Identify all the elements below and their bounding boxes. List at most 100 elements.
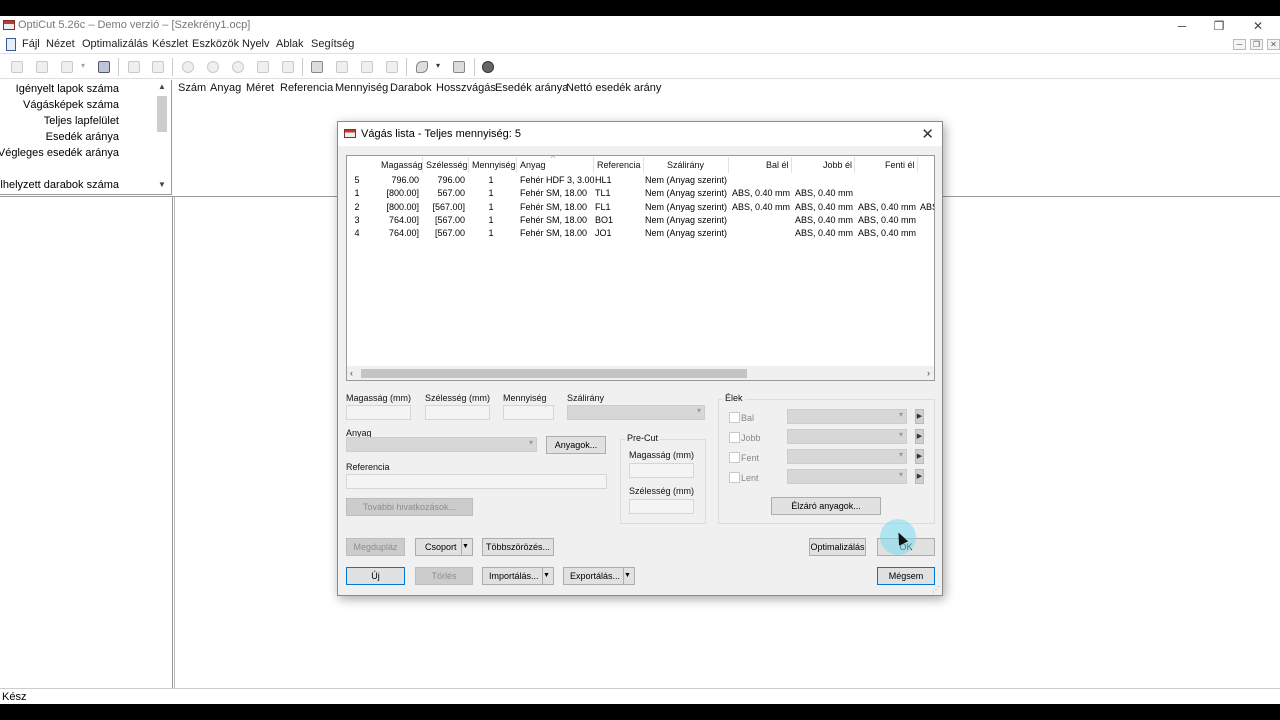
scroll-thumb[interactable] [157,96,167,132]
resize-grip-icon[interactable]: ⋰ [932,585,940,594]
grid-header[interactable]: Magasság [381,160,423,170]
cancel-button[interactable]: Mégsem [877,567,935,585]
quantity-input[interactable] [503,405,554,420]
menu-help[interactable]: Segítség [311,38,354,50]
minimize-icon[interactable]: ─ [1172,18,1192,34]
pan-hand-icon[interactable] [280,59,296,75]
edge-left-select[interactable]: ▾ [787,409,907,424]
dropdown-arrow-icon[interactable]: ▼ [542,568,553,584]
more-references-button[interactable]: További hivatkozások... [346,498,473,516]
table-row[interactable]: 3 764.00] [567.00 1 Fehér SM, 18.00 BO1 Nem (A… [347,215,934,228]
zoom-fit-icon[interactable] [255,59,271,75]
scroll-up-icon[interactable]: ▲ [158,82,166,91]
grain-select[interactable]: ▾ [567,405,705,420]
mdi-close-icon[interactable]: ✕ [1267,39,1280,50]
dropdown-arrow-icon[interactable]: ▼ [623,568,634,584]
grid-header[interactable]: Szálirány [667,160,704,170]
close-icon[interactable]: ✕ [1248,18,1268,34]
menu-optimize[interactable]: Optimalizálás [82,38,148,50]
table-row[interactable]: 4 764.00] [567.00 1 Fehér SM, 18.00 JO1 Nem (A… [347,228,934,241]
edit-list-icon[interactable] [309,59,325,75]
materials-button[interactable]: Anyagok... [546,436,606,454]
zoom-in-icon[interactable] [180,59,196,75]
column-header[interactable]: Mennyiség [335,82,388,94]
edge-materials-button[interactable]: Élzáró anyagok... [771,497,881,515]
precut-height-input[interactable] [629,463,694,478]
edge-right-checkbox[interactable] [729,432,740,443]
new-icon[interactable] [9,59,25,75]
column-header[interactable]: Nettó esedék arány [566,82,661,94]
menu-file[interactable]: Fájl [22,38,40,50]
zoom-out-icon[interactable] [205,59,221,75]
menu-tools[interactable]: Eszközök [192,38,239,50]
menu-language[interactable]: Nyelv [242,38,270,50]
optimize-icon[interactable] [414,59,430,75]
stock-icon[interactable] [334,59,350,75]
column-header[interactable]: Szám [178,82,206,94]
restore-icon[interactable]: ❐ [1209,18,1229,34]
grid-header[interactable]: Szélesség [426,160,468,170]
save-icon[interactable] [96,59,112,75]
grid-header[interactable]: Referencia [597,160,641,170]
edge-left-arrow-icon[interactable]: ▶ [915,409,924,424]
export-button[interactable]: Exportálás... ▼ [563,567,635,585]
dropdown-arrow-icon[interactable]: ▼ [461,539,472,555]
edge-right-arrow-icon[interactable]: ▶ [915,429,924,444]
column-header[interactable]: Referencia [280,82,333,94]
grid-horizontal-scrollbar[interactable]: ‹ › [347,366,934,380]
column-header[interactable]: Darabok [390,82,432,94]
menu-window[interactable]: Ablak [276,38,304,50]
dialog-close-icon[interactable]: ✕ [921,125,934,143]
edge-bottom-arrow-icon[interactable]: ▶ [915,469,924,484]
edge-left-checkbox[interactable] [729,412,740,423]
table-row[interactable]: 1 [800.00] 567.00 1 Fehér SM, 18.00 TL1 Nem (A… [347,188,934,201]
edge-top-checkbox[interactable] [729,452,740,463]
table-row[interactable]: 5 796.00 796.00 1 Fehér HDF 3, 3.00 HL1 Nem (A… [347,175,934,188]
column-header[interactable]: Esedék aránya [495,82,568,94]
grid-header[interactable]: Mennyiség [472,160,516,170]
scroll-down-icon[interactable]: ▼ [158,180,166,189]
optimize-button[interactable]: Optimalizálás [809,538,866,556]
edge-top-select[interactable]: ▾ [787,449,907,464]
menu-view[interactable]: Nézet [46,38,75,50]
grid-header[interactable]: Bal él [766,160,789,170]
edge-right-select[interactable]: ▾ [787,429,907,444]
materials-icon[interactable] [359,59,375,75]
edge-top-arrow-icon[interactable]: ▶ [915,449,924,464]
mdi-restore-icon[interactable]: ❐ [1250,39,1263,50]
export-icon[interactable] [451,59,467,75]
cut-list-grid[interactable]: Magasság Szélesség Mennyiség Anyag ^ Ref… [346,155,935,381]
print-preview-icon[interactable] [150,59,166,75]
mdi-minimize-icon[interactable]: ─ [1233,39,1246,50]
import-button[interactable]: Importálás... ▼ [482,567,554,585]
width-input[interactable] [425,405,490,420]
list-icon[interactable] [34,59,50,75]
grid-header[interactable]: Fenti él [885,160,915,170]
material-select[interactable]: ▾ [346,437,537,452]
delete-button[interactable]: Törlés [415,567,473,585]
grid-header[interactable]: Jobb él [823,160,852,170]
open-icon[interactable] [59,59,75,75]
multiply-button[interactable]: Többszörözés... [482,538,554,556]
optimize-dropdown-icon[interactable]: ▾ [434,59,444,75]
scroll-left-icon[interactable]: ‹ [350,368,353,378]
edge-bottom-select[interactable]: ▾ [787,469,907,484]
scroll-right-icon[interactable]: › [927,368,930,378]
group-button[interactable]: Csoport ▼ [415,538,473,556]
column-header[interactable]: Hosszvágás [436,82,496,94]
summary-scrollbar[interactable]: ▲ ▼ [157,82,167,192]
print-icon[interactable] [126,59,142,75]
grid-header[interactable]: Anyag [520,160,546,170]
column-header[interactable]: Anyag [210,82,241,94]
edge-bottom-checkbox[interactable] [729,472,740,483]
open-dropdown-icon[interactable]: ▾ [79,59,89,75]
precut-width-input[interactable] [629,499,694,514]
info-icon[interactable] [480,59,496,75]
menu-stock[interactable]: Készlet [152,38,188,50]
report-icon[interactable] [384,59,400,75]
document-icon[interactable] [6,38,16,51]
table-row[interactable]: 2 [800.00] [567.00] 1 Fehér SM, 18.00 FL1 Nem … [347,202,934,215]
height-input[interactable] [346,405,411,420]
column-header[interactable]: Méret [246,82,274,94]
scroll-thumb[interactable] [361,369,747,378]
